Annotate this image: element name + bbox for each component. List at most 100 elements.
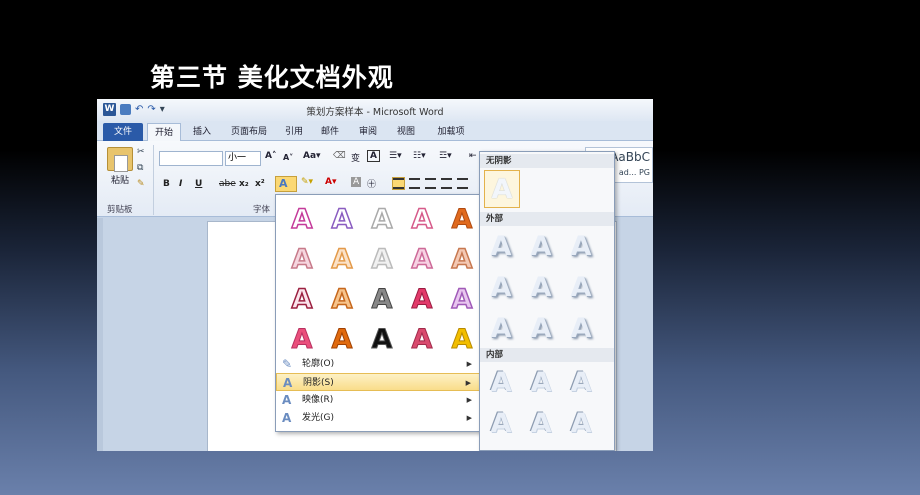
text-effect-option[interactable]: A bbox=[362, 279, 402, 319]
window-title: 策划方案样本 - Microsoft Word bbox=[306, 107, 444, 118]
text-effect-option[interactable]: A bbox=[362, 239, 402, 279]
outer-shadow-option[interactable]: A bbox=[524, 310, 558, 346]
bold-button[interactable]: B bbox=[163, 179, 170, 189]
menu-item-glow-label: 发光(G) bbox=[302, 413, 334, 423]
inner-shadow-option[interactable]: A bbox=[564, 405, 598, 441]
italic-button[interactable]: I bbox=[179, 179, 182, 189]
outer-shadow-option[interactable]: A bbox=[564, 228, 598, 264]
text-effect-option[interactable]: A bbox=[322, 199, 362, 239]
font-name-input[interactable] bbox=[159, 151, 223, 166]
copy-icon[interactable]: ⧉ bbox=[137, 163, 143, 173]
font-group-label: 字体 bbox=[253, 205, 271, 215]
tab-view[interactable]: 视图 bbox=[391, 123, 421, 141]
tab-home[interactable]: 开始 bbox=[147, 123, 181, 141]
inner-shadow-option[interactable]: A bbox=[484, 364, 518, 400]
phonetic-icon[interactable]: 变 bbox=[351, 151, 360, 164]
menu-item-glow[interactable]: A 发光(G) ▶ bbox=[276, 409, 480, 427]
align-right-button[interactable] bbox=[425, 178, 436, 189]
inner-shadow-option[interactable]: A bbox=[524, 405, 558, 441]
submenu-arrow-icon: ▶ bbox=[466, 360, 472, 368]
tab-insert[interactable]: 插入 bbox=[185, 123, 219, 141]
distributed-button[interactable] bbox=[457, 178, 468, 189]
outer-shadow-option[interactable]: A bbox=[484, 228, 518, 264]
tab-mailings[interactable]: 邮件 bbox=[315, 123, 345, 141]
inner-shadow-option[interactable]: A bbox=[484, 405, 518, 441]
align-center-button[interactable] bbox=[409, 178, 420, 189]
text-effect-option[interactable]: A bbox=[442, 199, 482, 239]
justify-button[interactable] bbox=[441, 178, 452, 189]
text-effect-option[interactable]: A bbox=[442, 279, 482, 319]
word-screenshot: W ↶ ↷ ▾ 策划方案样本 - Microsoft Word 文件 开始 插入… bbox=[97, 99, 653, 451]
numbering-icon[interactable]: ☷▾ bbox=[413, 151, 426, 161]
text-effect-option[interactable]: A bbox=[322, 239, 362, 279]
reflection-icon: A bbox=[282, 393, 292, 407]
text-effect-option[interactable]: A bbox=[282, 279, 322, 319]
text-effect-option[interactable]: A bbox=[322, 319, 362, 359]
submenu-arrow-icon: ▶ bbox=[466, 396, 472, 404]
tab-addins[interactable]: 加载项 bbox=[431, 123, 471, 141]
grow-font-icon[interactable]: A˄ bbox=[265, 151, 276, 161]
text-effect-option[interactable]: A bbox=[442, 319, 482, 359]
text-effect-option[interactable]: A bbox=[362, 199, 402, 239]
menu-item-outline[interactable]: ✎ 轮廓(O) ▶ bbox=[276, 355, 480, 373]
inner-shadow-option[interactable]: A bbox=[524, 364, 558, 400]
tab-review[interactable]: 审阅 bbox=[353, 123, 383, 141]
vertical-ruler bbox=[97, 218, 103, 451]
tab-references[interactable]: 引用 bbox=[279, 123, 309, 141]
outer-shadow-option[interactable]: A bbox=[564, 310, 598, 346]
submenu-arrow-icon: ▶ bbox=[466, 414, 472, 422]
group-divider bbox=[153, 145, 154, 215]
align-left-button[interactable] bbox=[392, 177, 405, 190]
shrink-font-icon[interactable]: A˅ bbox=[283, 153, 293, 162]
text-effect-option[interactable]: A bbox=[282, 239, 322, 279]
no-shadow-option[interactable]: A bbox=[484, 170, 520, 208]
outer-shadow-option[interactable]: A bbox=[484, 310, 518, 346]
text-effect-option[interactable]: A bbox=[402, 199, 442, 239]
subscript-button[interactable]: x₂ bbox=[239, 179, 249, 189]
text-effect-option[interactable]: A bbox=[322, 279, 362, 319]
style-name: ad... PG bbox=[618, 168, 650, 177]
menu-item-shadow[interactable]: A 阴影(S) ▶ bbox=[276, 373, 480, 391]
clear-format-icon[interactable]: ⌫ bbox=[333, 151, 346, 161]
outer-shadow-option[interactable]: A bbox=[564, 269, 598, 305]
change-case-icon[interactable]: Aa▾ bbox=[303, 151, 321, 161]
text-effects-icon: A bbox=[279, 177, 288, 190]
shadow-preview: A bbox=[491, 173, 513, 205]
text-effect-option[interactable]: A bbox=[442, 239, 482, 279]
multilevel-icon[interactable]: ☲▾ bbox=[439, 151, 452, 161]
outer-shadow-option[interactable]: A bbox=[484, 269, 518, 305]
text-effects-button[interactable]: A bbox=[275, 176, 297, 192]
decrease-indent-icon[interactable]: ⇤ bbox=[469, 151, 477, 161]
text-effect-option[interactable]: A bbox=[282, 319, 322, 359]
inner-shadow-option[interactable]: A bbox=[564, 364, 598, 400]
enclose-char-icon[interactable]: ㊉ bbox=[367, 177, 376, 190]
char-shading-icon[interactable]: A bbox=[351, 177, 362, 187]
highlight-icon[interactable]: ✎▾ bbox=[301, 177, 313, 187]
tab-file[interactable]: 文件 bbox=[103, 123, 143, 141]
strikethrough-button[interactable]: abe bbox=[219, 179, 236, 189]
text-effect-option[interactable]: A bbox=[362, 319, 402, 359]
text-effect-option[interactable]: A bbox=[282, 199, 322, 239]
menu-item-reflection[interactable]: A 映像(R) ▶ bbox=[276, 391, 480, 409]
outer-shadow-option[interactable]: A bbox=[524, 228, 558, 264]
outer-header: 外部 bbox=[480, 212, 614, 226]
menu-item-shadow-label: 阴影(S) bbox=[303, 378, 334, 388]
paste-label: 粘贴 bbox=[111, 176, 130, 186]
font-color-icon[interactable]: A▾ bbox=[325, 177, 336, 187]
superscript-button[interactable]: x² bbox=[255, 179, 265, 189]
cut-icon[interactable]: ✂ bbox=[137, 147, 145, 157]
outer-shadow-option[interactable]: A bbox=[524, 269, 558, 305]
tab-page-layout[interactable]: 页面布局 bbox=[225, 123, 273, 141]
char-border-icon[interactable]: A bbox=[367, 150, 380, 162]
outline-icon: ✎ bbox=[282, 357, 293, 371]
inner-header: 内部 bbox=[480, 348, 614, 362]
underline-button[interactable]: U bbox=[195, 179, 202, 189]
text-effect-option[interactable]: A bbox=[402, 239, 442, 279]
font-size-select[interactable]: 小一 bbox=[225, 151, 261, 166]
text-effect-option[interactable]: A bbox=[402, 279, 442, 319]
paste-button[interactable] bbox=[107, 147, 133, 172]
submenu-arrow-icon: ▶ bbox=[465, 379, 471, 387]
text-effect-option[interactable]: A bbox=[402, 319, 442, 359]
format-painter-icon[interactable]: ✎ bbox=[137, 179, 145, 189]
bullets-icon[interactable]: ☰▾ bbox=[389, 151, 402, 161]
